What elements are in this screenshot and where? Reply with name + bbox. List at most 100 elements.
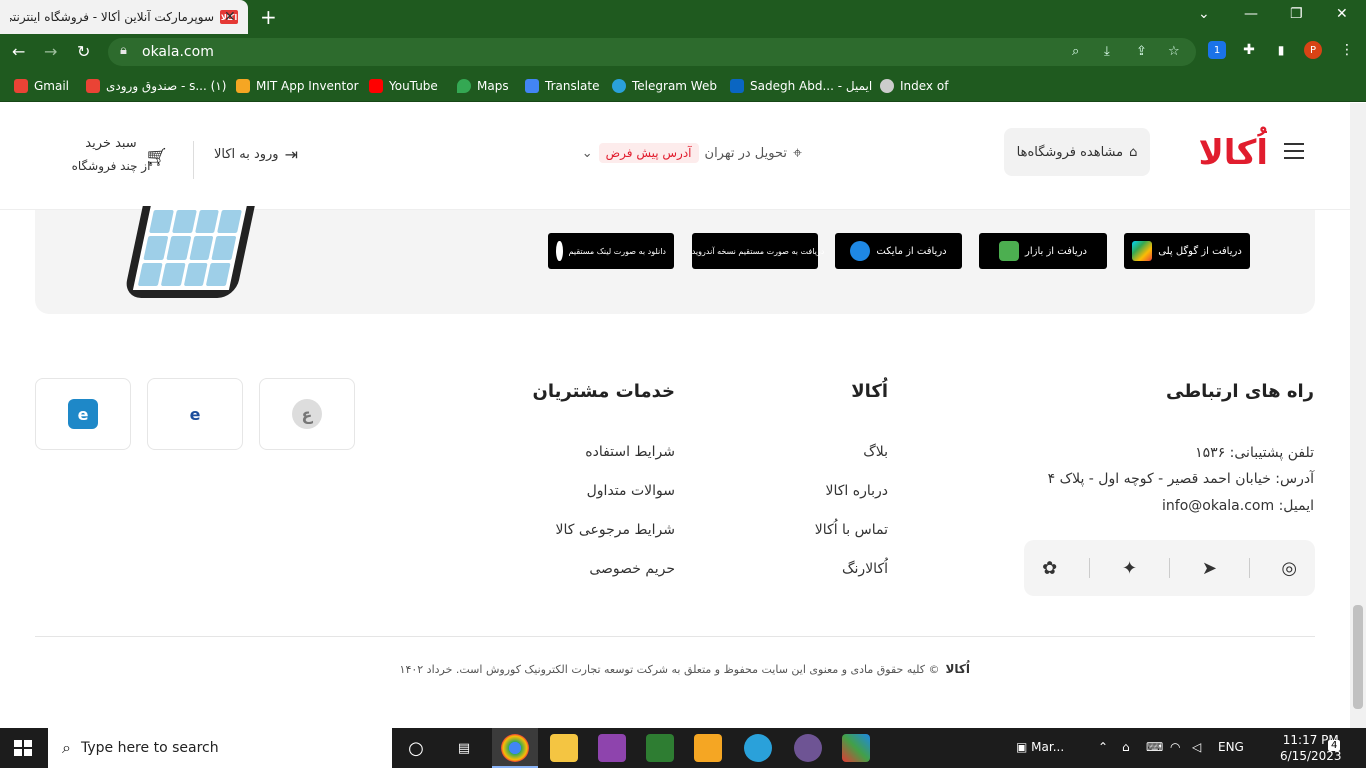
android-direct-badge[interactable]: دریافت به صورت مستقیم نسخه آندروید: [692, 233, 824, 269]
wifi-icon[interactable]: ◠: [1170, 740, 1180, 754]
app-yellow-icon[interactable]: [694, 734, 722, 762]
blog-link[interactable]: بلاگ: [863, 444, 888, 460]
notification-count[interactable]: 4: [1328, 740, 1341, 751]
samandehi-badge[interactable]: ع: [259, 378, 355, 450]
profile-avatar[interactable]: P: [1304, 41, 1322, 59]
phone-mockup-image: [123, 206, 255, 298]
meet-icon[interactable]: ⌂: [1122, 740, 1130, 754]
contact-us-link[interactable]: تماس با اُکالا: [815, 522, 888, 538]
etehadie-badge[interactable]: e: [35, 378, 131, 450]
delivery-address-selector[interactable]: ⌖ تحویل در تهران آدرس پیش فرض ⌄: [582, 143, 802, 163]
install-icon[interactable]: ⤓: [1104, 44, 1110, 59]
hamburger-menu-icon[interactable]: [1284, 143, 1304, 164]
translate-icon: [525, 79, 539, 93]
bookmark-translate[interactable]: Translate: [525, 77, 600, 95]
volume-icon[interactable]: ◁: [1192, 740, 1201, 754]
zoom-icon[interactable]: ⌕: [1072, 44, 1079, 59]
excel-icon[interactable]: [646, 734, 674, 762]
gmail-icon: [14, 79, 28, 93]
aparat-icon[interactable]: ✿: [1038, 558, 1062, 579]
telegram-taskbar-icon[interactable]: [744, 734, 772, 762]
bookmark-index-of[interactable]: Index of: [880, 77, 948, 95]
reload-button[interactable]: ↻: [77, 42, 90, 61]
tab-title: سوپرمارکت آنلاین أکالا - فروشگاه اینترنت…: [10, 10, 214, 24]
bookmark-telegram-web[interactable]: Telegram Web: [612, 77, 717, 95]
bookmark-star-icon[interactable]: ☆: [1168, 44, 1180, 59]
site-header: اُکالا ⌂ مشاهده فروشگاه‌ها ⌖ تحویل در ته…: [0, 103, 1366, 210]
share-icon[interactable]: ⇪: [1136, 44, 1147, 59]
url-text[interactable]: okala.com: [142, 44, 214, 60]
visual-studio-icon[interactable]: [598, 734, 626, 762]
myket-badge[interactable]: دریافت از مایکت: [835, 233, 962, 269]
view-stores-button[interactable]: ⌂ مشاهده فروشگاه‌ها: [1004, 128, 1150, 176]
bookmark-gmail[interactable]: Gmail: [14, 77, 69, 95]
browser-tab[interactable]: اکالا سوپرمارکت آنلاین أکالا - فروشگاه ا…: [0, 0, 248, 34]
bookmark-outlook[interactable]: Sadegh Abd... - ایمیل: [730, 77, 872, 95]
file-explorer-icon[interactable]: [550, 734, 578, 762]
twitter-icon[interactable]: ✦: [1118, 558, 1142, 579]
language-indicator[interactable]: ENG: [1218, 740, 1244, 754]
extensions-puzzle-icon[interactable]: ✚: [1240, 41, 1258, 59]
footer-divider: [35, 636, 1315, 637]
chrome-menu-icon[interactable]: ⋮: [1338, 41, 1356, 59]
new-tab-button[interactable]: +: [260, 5, 277, 29]
tab-close-icon[interactable]: ✕: [224, 9, 236, 25]
close-window-button[interactable]: ✕: [1336, 6, 1348, 22]
direct-link-badge[interactable]: دانلود به صورت لینک مستقیم: [548, 233, 674, 269]
faq-link[interactable]: سوالات متداول: [587, 483, 675, 499]
default-address-badge: آدرس پیش فرض: [598, 143, 699, 163]
support-phone: تلفن پشتیبانی: ۱۵۳۶: [1195, 445, 1314, 461]
email-text[interactable]: ایمیل: info@okala.com: [1162, 498, 1314, 514]
okala-logo[interactable]: اُکالا: [1198, 133, 1269, 173]
lock-icon[interactable]: 🔒︎: [120, 43, 127, 58]
bookmark-youtube[interactable]: YouTube: [369, 77, 438, 95]
return-policy-link[interactable]: شرایط مرجوعی کالا: [556, 522, 675, 538]
task-view-icon[interactable]: ○: [402, 734, 430, 762]
minimize-button[interactable]: —: [1244, 6, 1258, 22]
telegram-icon[interactable]: ➤: [1197, 558, 1221, 579]
google-play-badge[interactable]: دریافت از گوگل پلی: [1124, 233, 1250, 269]
enamad-logo-icon: e: [189, 404, 201, 424]
cart-icon[interactable]: 🛒︎: [145, 147, 168, 168]
bookmark-mit-app-inventor[interactable]: MIT App Inventor: [236, 77, 359, 95]
app-inventor-icon: [236, 79, 250, 93]
taskbar-search[interactable]: ⌕ Type here to search: [48, 728, 392, 768]
page-scrollbar[interactable]: [1350, 103, 1366, 728]
enamad-badge[interactable]: e: [147, 378, 243, 450]
app-download-section: دریافت از گوگل پلی دریافت از بازار دریاف…: [35, 206, 1315, 314]
etehadie-logo-icon: e: [68, 399, 98, 429]
outlook-icon: [730, 79, 744, 93]
side-panel-icon[interactable]: ▮: [1272, 41, 1290, 59]
bazaar-icon: [999, 241, 1020, 261]
github-desktop-icon[interactable]: [794, 734, 822, 762]
login-button[interactable]: ⇥ ورود به اکالا: [214, 145, 298, 164]
app-colorful-icon[interactable]: [842, 734, 870, 762]
privacy-link[interactable]: حریم خصوصی: [589, 561, 675, 577]
terms-link[interactable]: شرایط استفاده: [585, 444, 675, 460]
address-text: آدرس: خیابان احمد قصیر - کوچه اول - پلاک…: [1047, 471, 1314, 487]
okalarang-link[interactable]: اُکالارنگ: [842, 561, 888, 577]
widgets-icon[interactable]: ▤: [450, 734, 478, 762]
taskbar-task-item[interactable]: ▣ Mar...: [1016, 740, 1064, 754]
about-link[interactable]: درباره اکالا: [825, 483, 888, 499]
restore-button[interactable]: ❐: [1290, 6, 1303, 22]
windows-start-icon[interactable]: [14, 740, 32, 756]
services-col-title: خدمات مشتریان: [532, 381, 675, 402]
instagram-icon[interactable]: ◎: [1277, 558, 1301, 579]
forward-button[interactable]: →: [44, 42, 57, 61]
show-hidden-icons[interactable]: ⌃: [1098, 740, 1108, 754]
bitwarden-extension-icon[interactable]: 1: [1208, 41, 1226, 59]
bazaar-badge[interactable]: دریافت از بازار: [979, 233, 1107, 269]
login-icon: ⇥: [284, 145, 298, 164]
scrollbar-thumb[interactable]: [1353, 605, 1363, 709]
copyright: اُکالا © کلیه حقوق مادی و معنوی این سایت…: [378, 662, 970, 676]
keyboard-icon[interactable]: ⌨: [1146, 740, 1163, 754]
chrome-taskbar-icon[interactable]: [501, 734, 529, 762]
tab-search-icon[interactable]: ⌄: [1198, 6, 1210, 22]
bookmark-maps[interactable]: Maps: [457, 77, 509, 95]
back-button[interactable]: ←: [12, 42, 25, 61]
bookmark-inbox[interactable]: صندوق ورودی - s... (۱): [86, 77, 226, 95]
copyright-text: © کلیه حقوق مادی و معنوی این سایت محفوظ …: [399, 662, 940, 676]
search-icon: ⌕: [62, 738, 71, 757]
address-bar[interactable]: 🔒︎ okala.com ⌕ ⤓ ⇪ ☆: [108, 38, 1196, 66]
